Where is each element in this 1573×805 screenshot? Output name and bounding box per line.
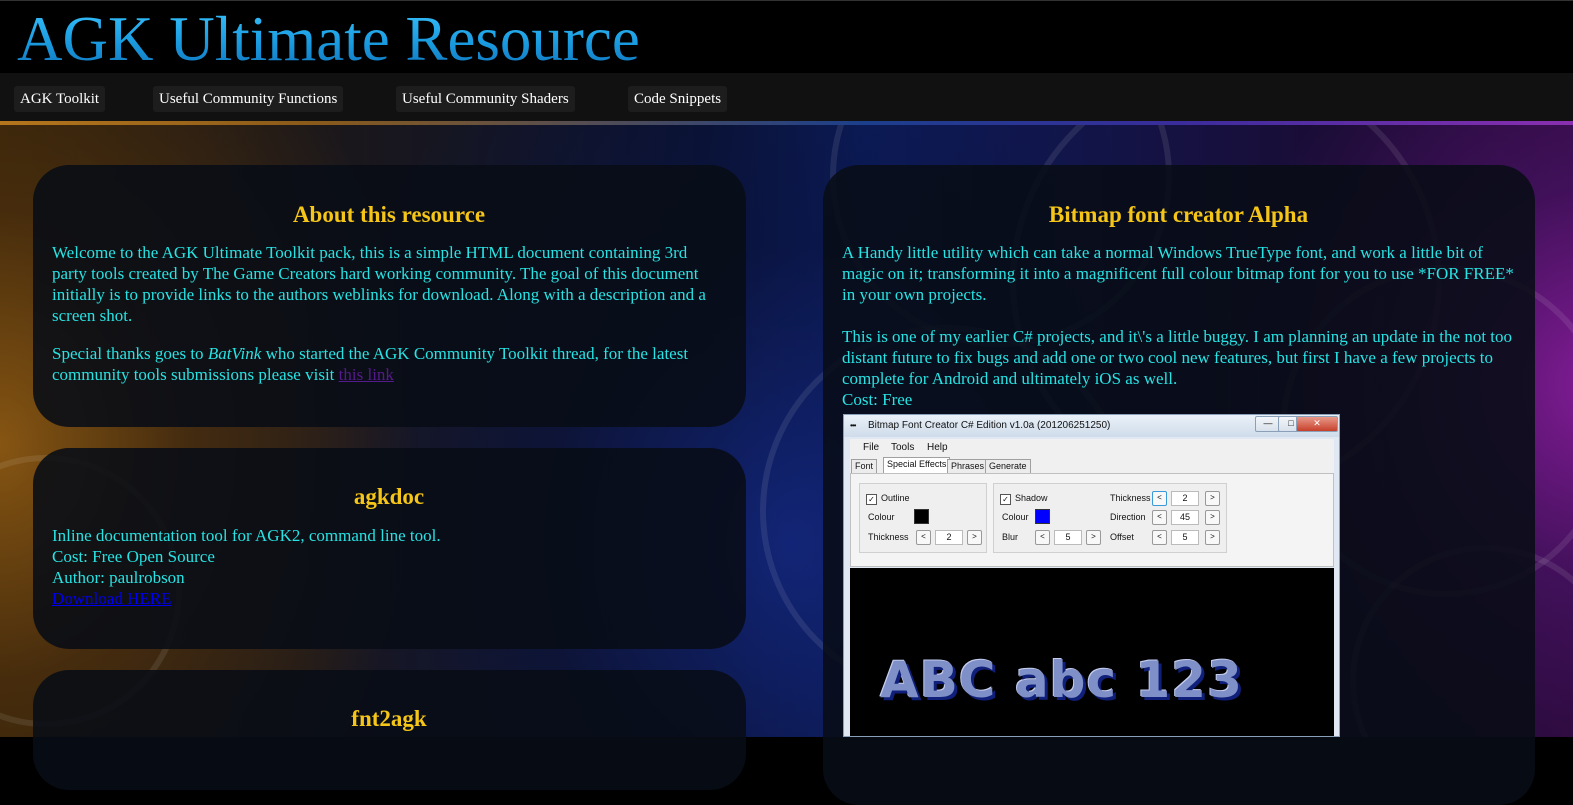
menu-tools: Tools [891, 442, 915, 453]
agkdoc-author: Author: paulrobson [52, 568, 185, 587]
font-preview: ABC abc 123 [850, 568, 1334, 736]
shadow-checkbox: ✓ [1000, 494, 1011, 505]
special-effects-panel: ✓ Outline Colour Thickness < 2 > ✓ Shado… [850, 473, 1334, 567]
shadow-colour-swatch [1035, 509, 1050, 524]
outline-group: ✓ Outline Colour Thickness < 2 > [859, 483, 987, 553]
blur-label: Blur [1002, 532, 1019, 542]
bitmap-heading: Bitmap font creator Alpha [1048, 202, 1309, 227]
outline-colour-swatch [914, 509, 929, 524]
tab-special-effects: Special Effects [883, 457, 951, 473]
direction-increase: > [1205, 510, 1220, 525]
blur-value: 5 [1054, 530, 1082, 545]
blur-increase: > [1086, 530, 1101, 545]
main-nav: AGK Toolkit Useful Community Functions U… [0, 73, 1573, 121]
shadow-thickness-value: 2 [1171, 491, 1199, 506]
agkdoc-panel: agkdoc Inline documentation tool for AGK… [33, 448, 746, 649]
community-thread-link[interactable]: this link [339, 365, 394, 384]
tab-font: Font [851, 459, 878, 473]
shadow-thickness-decrease: < [1152, 491, 1167, 506]
shadow-thickness-increase: > [1205, 491, 1220, 506]
outline-thickness-value: 2 [935, 530, 963, 545]
blur-decrease: < [1035, 530, 1050, 545]
nav-useful-community-shaders[interactable]: Useful Community Shaders [396, 86, 575, 112]
batvink-name: BatVink [207, 344, 262, 363]
nav-code-snippets[interactable]: Code Snippets [628, 86, 728, 112]
direction-label: Direction [1110, 512, 1146, 522]
agkdoc-description: Inline documentation tool for AGK2, comm… [52, 526, 441, 545]
tab-phrases: Phrases [947, 459, 989, 473]
close-icon: ✕ [1296, 416, 1338, 432]
bitmap-description: A Handy little utility which can take a … [842, 243, 1514, 304]
outline-label: Outline [881, 493, 910, 503]
agkdoc-heading: agkdoc [353, 484, 425, 509]
preview-text: ABC abc 123 [880, 651, 1243, 709]
app-icon: ••• [850, 421, 856, 430]
app-screenshot: ••• Bitmap Font Creator C# Edition v1.0a… [843, 414, 1340, 737]
menu-file: File [863, 442, 880, 453]
app-title: Bitmap Font Creator C# Edition v1.0a (20… [868, 420, 1111, 431]
about-thanks-before: Special thanks goes to [52, 344, 208, 363]
about-intro-text: Welcome to the AGK Ultimate Toolkit pack… [52, 243, 706, 325]
outline-thickness-increase: > [967, 530, 982, 545]
app-tabs: Font Special Effects Phrases Generate [850, 457, 1334, 473]
offset-value: 5 [1171, 530, 1199, 545]
menu-help: Help [927, 442, 948, 453]
fnt2agk-panel: fnt2agk [33, 670, 746, 790]
outline-thickness-label: Thickness [868, 532, 909, 542]
nav-useful-community-functions[interactable]: Useful Community Functions [153, 86, 344, 112]
bitmap-notes: This is one of my earlier C# projects, a… [842, 327, 1513, 388]
site-header: AGK Ultimate Resource [0, 0, 1573, 74]
shadow-thickness-label: Thickness [1110, 493, 1151, 503]
nav-agk-toolkit[interactable]: AGK Toolkit [14, 86, 106, 112]
site-title: AGK Ultimate Resource [17, 4, 640, 74]
app-menubar: File Tools Help [850, 439, 1334, 457]
direction-value: 45 [1171, 510, 1199, 525]
agkdoc-download-link[interactable]: Download HERE [52, 589, 171, 608]
outline-checkbox: ✓ [866, 494, 877, 505]
about-heading: About this resource [292, 202, 486, 227]
offset-decrease: < [1152, 530, 1167, 545]
about-thanks-text: Special thanks goes to BatVink who start… [52, 343, 712, 385]
outline-thickness-decrease: < [916, 530, 931, 545]
shadow-label: Shadow [1015, 493, 1048, 503]
fnt2agk-heading: fnt2agk [351, 706, 427, 731]
shadow-colour-label: Colour [1002, 512, 1029, 522]
offset-label: Offset [1110, 532, 1134, 542]
shadow-group: ✓ Shadow Colour Blur < 5 > Thickness < 2… [993, 483, 1227, 553]
bitmap-cost: Cost: Free [842, 390, 913, 409]
agkdoc-cost: Cost: Free Open Source [52, 547, 215, 566]
outline-colour-label: Colour [868, 512, 895, 522]
direction-decrease: < [1152, 510, 1167, 525]
about-panel: About this resource Welcome to the AGK U… [33, 165, 746, 427]
app-titlebar: ••• Bitmap Font Creator C# Edition v1.0a… [844, 415, 1339, 437]
tab-generate: Generate [985, 459, 1031, 473]
offset-increase: > [1205, 530, 1220, 545]
